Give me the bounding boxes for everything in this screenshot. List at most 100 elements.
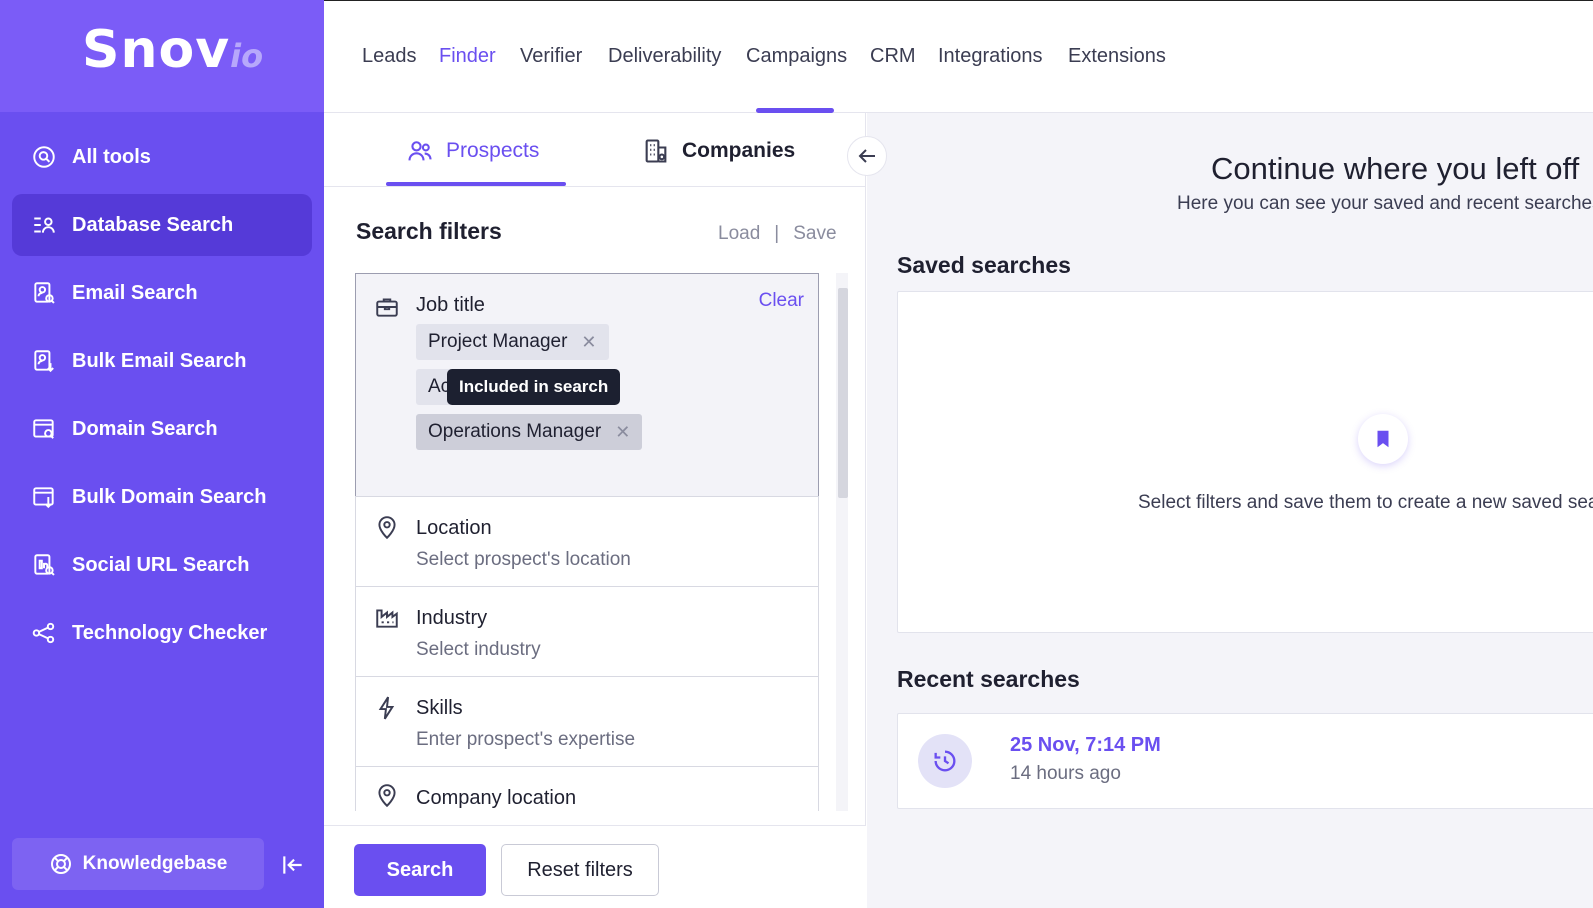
job-title-label: Job title [416, 294, 485, 316]
filter-actions-bar: Search Reset filters [324, 825, 866, 908]
window-download-icon [30, 483, 58, 511]
topnav-verifier[interactable]: Verifier [520, 45, 582, 68]
building-icon [645, 139, 667, 163]
filter-scrollbar-thumb[interactable] [838, 288, 848, 498]
industry-filter[interactable]: Industry Select industry [355, 586, 819, 677]
company-location-filter[interactable]: Company location [355, 766, 819, 811]
logo-suffix-text: io [230, 37, 264, 75]
collapse-sidebar-button[interactable] [278, 850, 308, 880]
skills-label: Skills [416, 697, 463, 719]
sidebar-item-technology-checker[interactable]: Technology Checker [12, 602, 312, 664]
tab-companies[interactable]: Companies [642, 137, 795, 165]
tab-prospects[interactable]: Prospects [406, 137, 539, 165]
location-label: Location [416, 517, 492, 539]
bookmark-icon [1358, 414, 1408, 464]
logo-area: Snovio [0, 0, 324, 112]
topnav-campaigns[interactable]: Campaigns [746, 45, 847, 68]
sidebar-item-label: Email Search [72, 281, 198, 304]
tab-companies-label: Companies [682, 139, 796, 162]
snovio-logo[interactable]: Snovio [82, 20, 263, 80]
sidebar-item-all-tools[interactable]: All tools [12, 126, 312, 188]
continue-title: Continue where you left off [1211, 151, 1580, 186]
list-user-icon [30, 211, 58, 239]
search-filters-title: Search filters [356, 218, 502, 244]
continue-subtitle: Here you can see your saved and recent s… [1177, 193, 1593, 214]
location-pin-icon [374, 783, 402, 811]
factory-icon [374, 605, 402, 633]
briefcase-icon [374, 294, 402, 322]
sidebar-item-label: All tools [72, 145, 151, 168]
location-placeholder: Select prospect's location [416, 549, 631, 570]
sidebar-item-label: Technology Checker [72, 621, 268, 644]
topnav-leads[interactable]: Leads [362, 45, 417, 68]
load-link[interactable]: Load [718, 223, 760, 245]
skills-placeholder: Enter prospect's expertise [416, 729, 636, 750]
saved-searches-title: Saved searches [897, 252, 1071, 278]
topnav-integrations[interactable]: Integrations [938, 45, 1043, 68]
recent-searches-title: Recent searches [897, 666, 1080, 692]
sidebar: Snovio All tools Database Search Email S… [0, 0, 324, 908]
sidebar-item-label: Database Search [72, 213, 234, 236]
doc-search-icon [30, 279, 58, 307]
remove-chip-icon[interactable]: ✕ [581, 332, 596, 353]
topnav-crm[interactable]: CRM [870, 45, 916, 68]
recent-search-date[interactable]: 25 Nov, 7:14 PM [1010, 734, 1161, 757]
chip-label: Project Manager [428, 331, 568, 352]
chip-label: Operations Manager [428, 421, 602, 442]
topnav-extensions[interactable]: Extensions [1068, 45, 1166, 68]
recent-search-item[interactable]: 25 Nov, 7:14 PM 14 hours ago [897, 713, 1593, 809]
share-nodes-icon [30, 619, 58, 647]
saved-searches-box: Select filters and save them to create a… [897, 291, 1593, 633]
clear-job-title-link[interactable]: Clear [759, 290, 804, 312]
industry-placeholder: Select industry [416, 639, 541, 660]
filter-list: Job title Clear Project Manager ✕ Ac Inc… [355, 273, 819, 811]
search-circle-icon [30, 143, 58, 171]
knowledgebase-label: Knowledgebase [82, 853, 228, 874]
job-title-chip[interactable]: Project Manager ✕ [416, 324, 609, 360]
collapse-panel-button[interactable] [847, 136, 887, 176]
sidebar-item-label: Domain Search [72, 417, 218, 440]
sidebar-item-label: Bulk Email Search [72, 349, 247, 372]
topnav-finder[interactable]: Finder [439, 45, 496, 68]
load-save-separator: | [774, 223, 780, 244]
location-filter[interactable]: Location Select prospect's location [355, 496, 819, 587]
top-navigation: Leads Finder Verifier Deliverability Cam… [324, 0, 1593, 113]
company-location-label: Company location [416, 787, 577, 809]
reset-filters-button[interactable]: Reset filters [501, 844, 659, 896]
subtab-divider [324, 186, 866, 187]
sidebar-item-email-search[interactable]: Email Search [12, 262, 312, 324]
job-title-chip[interactable]: Operations Manager ✕ [416, 414, 643, 450]
social-search-icon [30, 551, 58, 579]
included-in-search-tooltip: Included in search [447, 369, 621, 405]
save-link[interactable]: Save [793, 223, 836, 245]
job-title-filter[interactable]: Job title Clear Project Manager ✕ Ac Inc… [355, 273, 819, 497]
doc-download-icon [30, 347, 58, 375]
saved-searches-empty-text: Select filters and save them to create a… [1138, 492, 1593, 513]
knowledgebase-button[interactable]: Knowledgebase [12, 838, 264, 890]
skills-filter[interactable]: Skills Enter prospect's expertise [355, 676, 819, 767]
sidebar-item-label: Social URL Search [72, 553, 250, 576]
sidebar-item-database-search[interactable]: Database Search [12, 194, 312, 256]
history-clock-icon [918, 734, 972, 788]
tab-prospects-label: Prospects [446, 139, 540, 162]
results-panel: Continue where you left off Here you can… [867, 113, 1593, 908]
search-button[interactable]: Search [354, 844, 486, 896]
sidebar-item-bulk-email-search[interactable]: Bulk Email Search [12, 330, 312, 392]
window-search-icon [30, 415, 58, 443]
sidebar-item-social-url-search[interactable]: Social URL Search [12, 534, 312, 596]
filters-panel: Prospects Companies Search filters Load … [324, 113, 887, 908]
topnav-deliverability[interactable]: Deliverability [608, 45, 721, 68]
remove-chip-icon[interactable]: ✕ [615, 422, 630, 443]
sidebar-item-domain-search[interactable]: Domain Search [12, 398, 312, 460]
arrow-left-icon [858, 149, 875, 163]
sidebar-item-label: Bulk Domain Search [72, 485, 267, 508]
location-pin-icon [374, 515, 402, 543]
lifebuoy-icon [50, 854, 71, 874]
sidebar-item-bulk-domain-search[interactable]: Bulk Domain Search [12, 466, 312, 528]
collapse-left-icon [283, 856, 302, 874]
logo-main-text: Snov [82, 20, 231, 80]
load-save-controls: Load | Save [718, 223, 837, 245]
recent-search-ago: 14 hours ago [1010, 763, 1121, 784]
lightning-icon [374, 695, 402, 723]
users-icon [408, 141, 432, 161]
